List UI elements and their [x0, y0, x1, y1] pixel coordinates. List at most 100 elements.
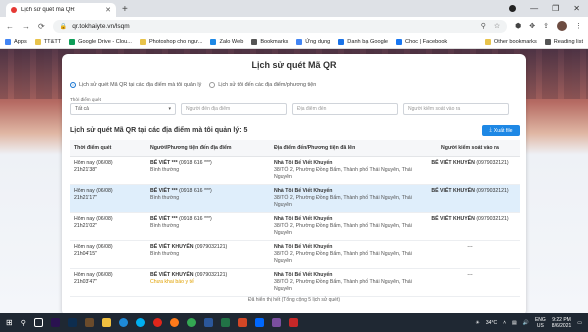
app-icon[interactable] — [84, 318, 94, 327]
url-bar[interactable]: 🔒 qr.tokhaiyte.vn/lsqm ⚲ ☆ — [52, 19, 508, 33]
weather-temp[interactable]: 34°C — [486, 320, 497, 326]
radio-managed-places[interactable]: Lịch sử quét Mã QR tại các địa điểm mà t… — [70, 82, 201, 88]
bookmark-item[interactable]: Bookmarks — [251, 38, 288, 45]
close-window-button[interactable]: ✕ — [573, 4, 580, 13]
word-icon[interactable] — [203, 318, 213, 327]
notification-icon[interactable]: ▭ — [577, 320, 582, 326]
url-text[interactable]: qr.tokhaiyte.vn/lsqm — [72, 23, 129, 30]
browser-tab[interactable]: Lịch sử quét mã QR ✕ — [6, 3, 116, 17]
skype-icon[interactable] — [135, 318, 145, 327]
search-icon[interactable]: ⚲ — [21, 319, 26, 327]
person-cell: BẾ VIẾT *** (0918 616 ***) Bình thường — [146, 184, 270, 213]
forward-button[interactable]: → — [22, 22, 30, 31]
time-select[interactable]: Tất cả ▾ — [70, 103, 176, 115]
table-row[interactable]: Hôm nay (06/08) 21h21'38'' BẾ VIẾT *** (0… — [70, 156, 520, 185]
bookmark-item[interactable]: Other bookmarks — [484, 38, 537, 45]
network-icon[interactable]: ▤ — [512, 320, 517, 326]
zalo-icon[interactable] — [254, 318, 264, 327]
column-header: Địa điểm đến/Phương tiện đã lên — [270, 140, 420, 157]
table-row[interactable]: Hôm nay (06/08) 21h04'15'' BẾ VIẾT KHUYẾN… — [70, 240, 520, 269]
minimize-button[interactable]: — — [530, 4, 538, 13]
share-icon[interactable]: ⇪ — [543, 22, 549, 30]
person-cell: BẾ VIẾT *** (0918 616 ***) Bình thường — [146, 156, 270, 185]
new-tab-button[interactable]: + — [122, 3, 128, 17]
folder-icon — [139, 38, 146, 45]
export-file-button[interactable]: ⤓ Xuất file — [482, 125, 520, 136]
place-input[interactable] — [292, 103, 398, 115]
reading-list-icon — [544, 38, 551, 45]
table-row[interactable]: Hôm nay (06/08) 21h21'02'' BẾ VIẾT *** (0… — [70, 212, 520, 241]
radio-my-visits[interactable]: Lịch sử tôi đến các địa điểm/phương tiện — [209, 82, 316, 88]
app-icon[interactable] — [271, 318, 281, 327]
folder-icon — [34, 38, 41, 45]
page-title: Lịch sử quét Mã QR — [251, 60, 337, 70]
premiere-icon[interactable] — [50, 318, 60, 327]
controller-input[interactable] — [403, 103, 509, 115]
extensions-area: ⬢ ✥ ⇪ ⋮ — [515, 21, 582, 31]
column-header: Thời điểm quét — [70, 140, 146, 157]
radio-unselected-icon[interactable] — [209, 82, 216, 88]
bookmark-item[interactable]: Ứng dụng — [296, 38, 330, 45]
edge-icon[interactable] — [118, 318, 128, 327]
close-tab-icon[interactable]: ✕ — [105, 6, 111, 14]
history-card: Lịch sử quét Mã QR Lịch sử quét Mã QR tạ… — [62, 54, 526, 316]
puzzle-icon[interactable]: ✥ — [529, 22, 535, 30]
column-header: Người kiểm soát vào ra — [420, 140, 520, 157]
person-input[interactable] — [181, 103, 287, 115]
bookmark-item[interactable]: Zalo Web — [210, 38, 243, 45]
extension-icon[interactable]: ⬢ — [515, 22, 521, 30]
bookmark-item[interactable]: Google Drive - Clou... — [69, 38, 132, 45]
person-cell: BẾ VIẾT KHUYẾN (0979032121) Bình thường — [146, 240, 270, 269]
bookmark-item[interactable]: Apps — [5, 38, 27, 45]
volume-icon[interactable]: 🔊 — [523, 320, 529, 326]
bookmark-item[interactable]: Danh bạ Google — [338, 38, 388, 45]
lock-icon[interactable]: 🔒 — [60, 23, 67, 30]
reload-button[interactable]: ⟳ — [38, 22, 45, 31]
google-drive-icon — [69, 38, 76, 45]
view-mode-radios: Lịch sử quét Mã QR tại các địa điểm mà t… — [70, 82, 316, 88]
back-button[interactable]: ← — [6, 22, 14, 31]
windows-start-icon[interactable]: ⊞ — [6, 318, 13, 327]
excel-icon[interactable] — [220, 318, 230, 327]
filter-row: Thời điểm quét Tất cả ▾ — [70, 97, 509, 115]
profile-avatar[interactable] — [557, 21, 567, 31]
apps-icon — [296, 38, 303, 45]
photoshop-icon[interactable] — [67, 318, 77, 327]
address-toolbar: ← → ⟳ 🔒 qr.tokhaiyte.vn/lsqm ⚲ ☆ ⬢ ✥ ⇪ ⋮ — [0, 17, 588, 35]
scan-time-cell: Hôm nay (06/08) 21h03'47'' — [70, 268, 146, 297]
place-cell: Nhà Tôi Bế Viết Khuyến 38/TỔ 2, Phường Đồ… — [270, 184, 420, 213]
download-icon: ⤓ — [489, 127, 492, 133]
zalo-icon — [210, 38, 217, 45]
chevron-up-icon[interactable]: ˄ — [503, 320, 506, 326]
record-icon[interactable] — [509, 5, 517, 12]
scan-time-cell: Hôm nay (06/08) 21h21'17'' — [70, 184, 146, 213]
scan-time-cell: Hôm nay (06/08) 21h21'02'' — [70, 212, 146, 241]
chrome-icon[interactable] — [186, 318, 196, 327]
table-row[interactable]: Hôm nay (06/08) 21h21'17'' BẾ VIẾT *** (0… — [70, 184, 520, 213]
clock[interactable]: 9:22 PM 8/6/2021 — [552, 317, 571, 329]
bookmarks-right: Other bookmarks Reading list — [484, 38, 583, 45]
bookmark-item[interactable]: TT&TT — [34, 38, 61, 45]
opera-icon[interactable] — [152, 318, 162, 327]
app-icon[interactable] — [288, 318, 298, 327]
controller-cell: BẾ VIẾT KHUYẾN (0979032121) — [420, 156, 520, 185]
firefox-icon[interactable] — [169, 318, 179, 327]
radio-selected-icon[interactable] — [70, 82, 76, 88]
bookmark-item[interactable]: Photoshop cho ngư... — [139, 38, 202, 45]
folder-icon[interactable] — [101, 318, 111, 327]
history-table: Thời điểm quét Người/Phương tiện đến địa… — [70, 140, 520, 297]
bookmark-item[interactable]: Reading list — [544, 38, 583, 45]
bookmark-item[interactable]: Choc | Facebook — [396, 38, 447, 45]
weather-icon[interactable]: ☀ — [475, 320, 479, 326]
language-indicator[interactable]: ENG US — [535, 317, 546, 329]
star-icon[interactable]: ☆ — [494, 22, 500, 30]
window-controls: — ❐ ✕ — [509, 0, 588, 17]
omnibox-actions: ⚲ ☆ — [481, 22, 500, 30]
table-row[interactable]: Hôm nay (06/08) 21h03'47'' BẾ VIẾT KHUYẾN… — [70, 268, 520, 297]
search-icon[interactable]: ⚲ — [481, 22, 486, 30]
person-cell: BẾ VIẾT KHUYẾN (0979032121) Chưa khai báo… — [146, 268, 270, 297]
task-view-icon[interactable] — [33, 318, 43, 327]
menu-icon[interactable]: ⋮ — [575, 22, 582, 30]
maximize-button[interactable]: ❐ — [552, 4, 559, 13]
powerpoint-icon[interactable] — [237, 318, 247, 327]
